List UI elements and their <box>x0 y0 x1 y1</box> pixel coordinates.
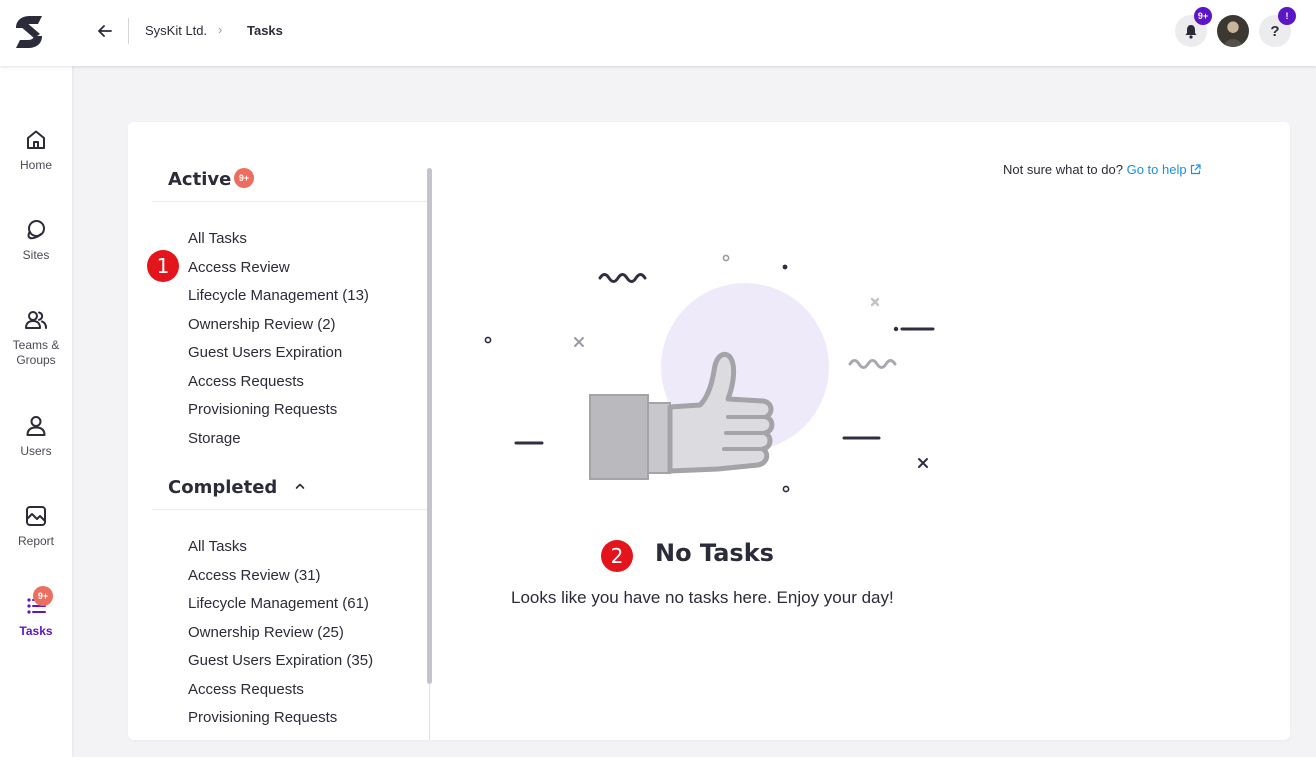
completed-task-provisioning-requests[interactable]: Provisioning Requests <box>188 709 373 738</box>
completed-task-ownership-review[interactable]: Ownership Review (25) <box>188 624 373 653</box>
back-button[interactable] <box>94 20 116 42</box>
go-to-help-link[interactable]: Go to help <box>1127 162 1202 177</box>
nav-label-teams-groups: Teams & Groups <box>12 338 60 367</box>
user-icon <box>26 416 46 436</box>
left-nav: Home Sites Teams & Groups Users Report 9… <box>0 66 72 757</box>
external-link-icon <box>1191 164 1201 175</box>
question-mark-icon: ? <box>1270 22 1280 40</box>
empty-state-title: No Tasks <box>655 539 774 567</box>
nav-label-sites: Sites <box>22 248 50 262</box>
active-task-guest-users-expiration[interactable]: Guest Users Expiration <box>188 344 369 373</box>
nav-item-sites[interactable]: Sites <box>0 218 72 263</box>
active-count-badge: 9+ <box>234 168 254 188</box>
active-task-ownership-review[interactable]: Ownership Review (2) <box>188 316 369 345</box>
nav-item-home[interactable]: Home <box>0 128 72 173</box>
active-task-lifecycle-management[interactable]: Lifecycle Management (13) <box>188 287 369 316</box>
active-task-access-requests[interactable]: Access Requests <box>188 373 369 402</box>
nav-item-teams-groups[interactable]: Teams & Groups <box>0 308 72 368</box>
completed-task-list: All Tasks Access Review (31) Lifecycle M… <box>188 538 373 738</box>
completed-task-lifecycle-management[interactable]: Lifecycle Management (61) <box>188 595 373 624</box>
home-icon <box>27 130 45 149</box>
completed-section-title: Completed <box>168 477 278 498</box>
step-marker-2: 2 <box>601 540 633 572</box>
nav-label-home: Home <box>19 158 52 172</box>
tasks-badge: 9+ <box>33 586 53 606</box>
active-task-list: All Tasks Access Review Lifecycle Manage… <box>188 230 369 458</box>
nav-label-report: Report <box>17 534 55 548</box>
tasks-card: Active 9+ All Tasks Access Review Lifecy… <box>128 122 1290 740</box>
bell-icon <box>1185 24 1197 39</box>
completed-task-access-review[interactable]: Access Review (31) <box>188 567 373 596</box>
breadcrumb-org[interactable]: SysKit Ltd. <box>145 23 207 38</box>
arrow-left-icon <box>98 25 112 37</box>
step-marker-1: 1 <box>147 250 179 282</box>
active-task-all[interactable]: All Tasks <box>188 230 369 259</box>
completed-task-access-requests[interactable]: Access Requests <box>188 681 373 710</box>
breadcrumb-current: Tasks <box>247 23 283 38</box>
completed-task-guest-users-expiration[interactable]: Guest Users Expiration (35) <box>188 652 373 681</box>
user-avatar[interactable] <box>1217 15 1249 47</box>
active-task-storage[interactable]: Storage <box>188 430 369 459</box>
active-task-access-review[interactable]: Access Review <box>188 259 369 288</box>
syskit-logo-icon[interactable] <box>12 14 46 50</box>
top-bar: SysKit Ltd. › Tasks 9+ ? ! <box>0 0 1316 66</box>
nav-item-tasks[interactable]: 9+ Tasks <box>0 586 72 639</box>
task-list-scrollbar[interactable] <box>427 168 432 684</box>
thumbs-up-illustration-icon <box>484 254 935 493</box>
notifications-badge: 9+ <box>1194 7 1212 25</box>
nav-item-users[interactable]: Users <box>0 414 72 459</box>
nav-label-tasks: Tasks <box>19 624 53 638</box>
help-prompt: Not sure what to do? <box>1003 162 1123 177</box>
completed-task-all[interactable]: All Tasks <box>188 538 373 567</box>
chevron-up-icon[interactable] <box>294 478 306 494</box>
header-divider <box>128 18 129 44</box>
active-section-title: Active <box>168 169 232 190</box>
active-divider <box>152 201 428 202</box>
sites-icon <box>27 220 45 240</box>
teams-groups-icon <box>25 311 47 329</box>
empty-state-description: Looks like you have no tasks here. Enjoy… <box>511 588 894 607</box>
report-icon <box>26 506 46 526</box>
breadcrumb-separator-icon: › <box>218 22 223 37</box>
go-to-help-label: Go to help <box>1126 162 1187 177</box>
nav-label-users: Users <box>20 444 52 458</box>
nav-item-report[interactable]: Report <box>0 504 72 549</box>
completed-divider <box>152 509 428 510</box>
help-badge: ! <box>1278 7 1296 25</box>
active-task-provisioning-requests[interactable]: Provisioning Requests <box>188 401 369 430</box>
help-hint: Not sure what to do? Go to help <box>1003 162 1201 177</box>
